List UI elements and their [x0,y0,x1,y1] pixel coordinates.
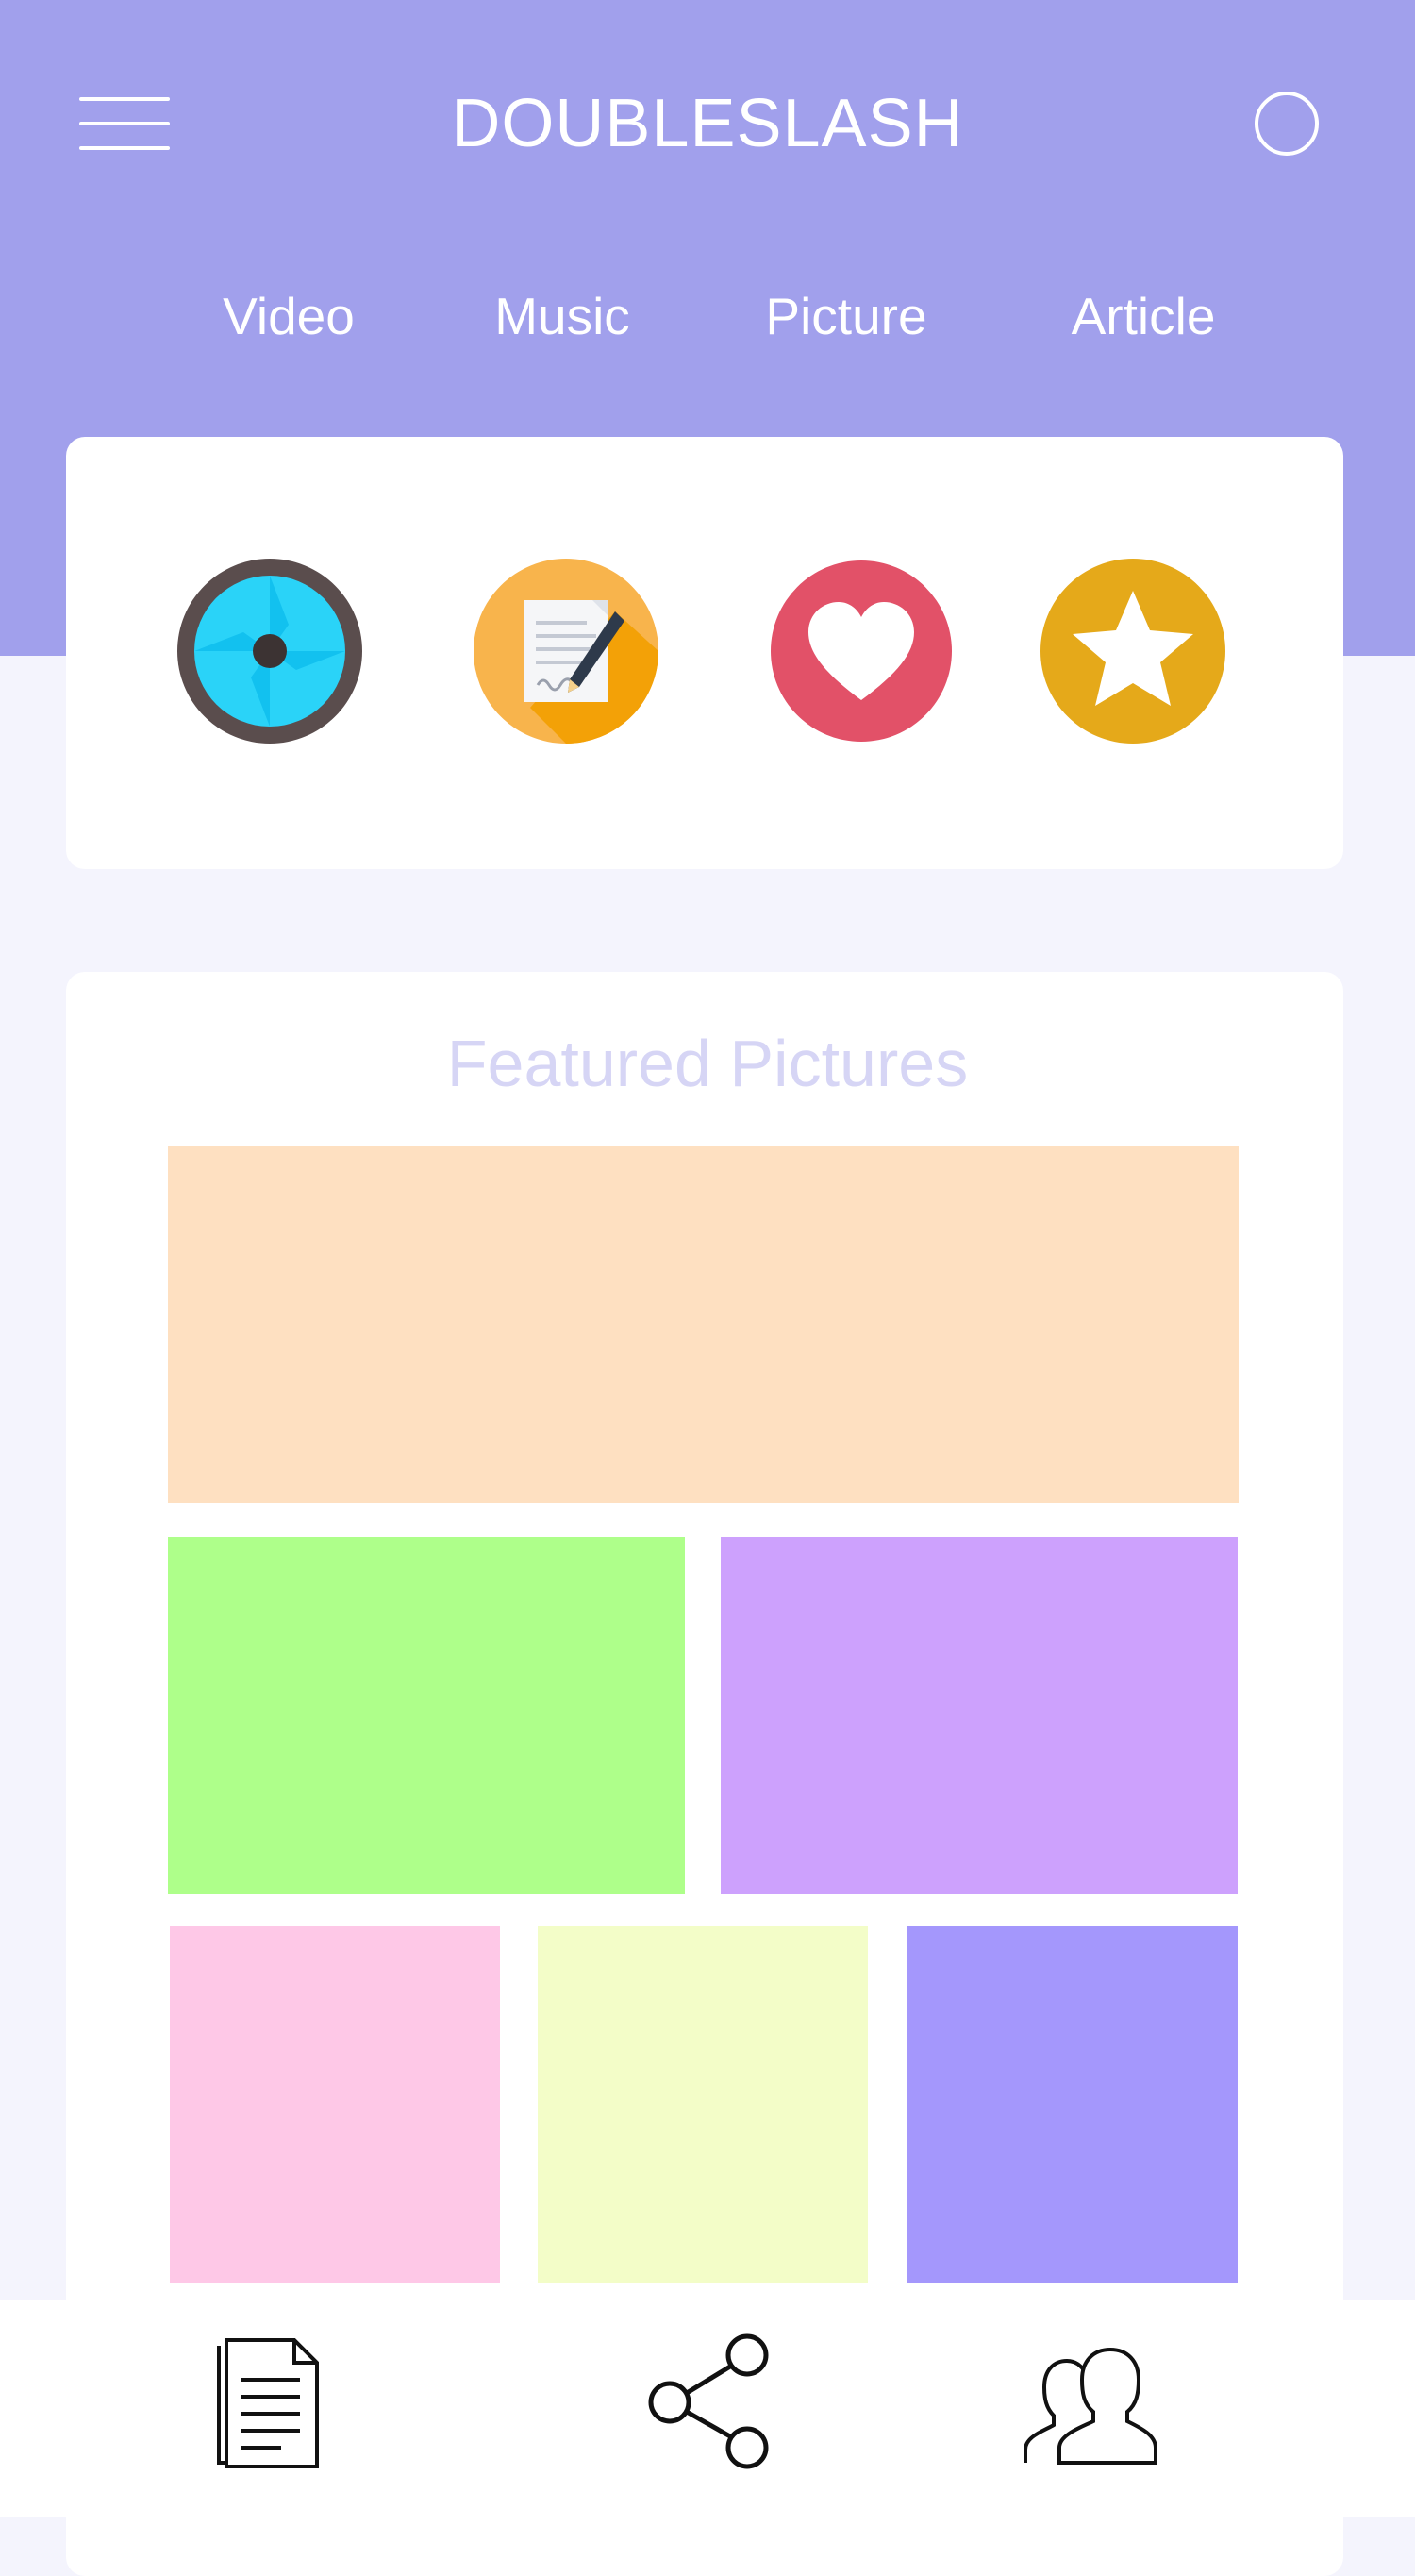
picture-tile[interactable] [907,1926,1238,2283]
tab-article[interactable]: Article [1072,283,1216,349]
picture-tile[interactable] [170,1926,500,2283]
picture-tile[interactable] [168,1146,1239,1503]
app-title: DOUBLESLASH [451,86,964,161]
users-icon[interactable] [1022,2346,1159,2468]
search-circle-icon[interactable] [1255,92,1319,156]
share-icon[interactable] [645,2333,774,2470]
document-icon[interactable] [215,2338,325,2470]
camera-shutter-icon[interactable] [177,559,362,744]
tab-music[interactable]: Music [494,283,630,349]
tab-picture[interactable]: Picture [765,283,926,349]
picture-tile[interactable] [538,1926,868,2283]
heart-icon[interactable] [769,559,954,744]
picture-tile[interactable] [721,1537,1238,1894]
featured-pictures-title: Featured Pictures [446,1027,969,1100]
tab-video[interactable]: Video [223,283,355,349]
star-icon[interactable] [1040,559,1225,744]
picture-tile[interactable] [168,1537,685,1894]
document-pen-icon[interactable] [474,559,658,744]
